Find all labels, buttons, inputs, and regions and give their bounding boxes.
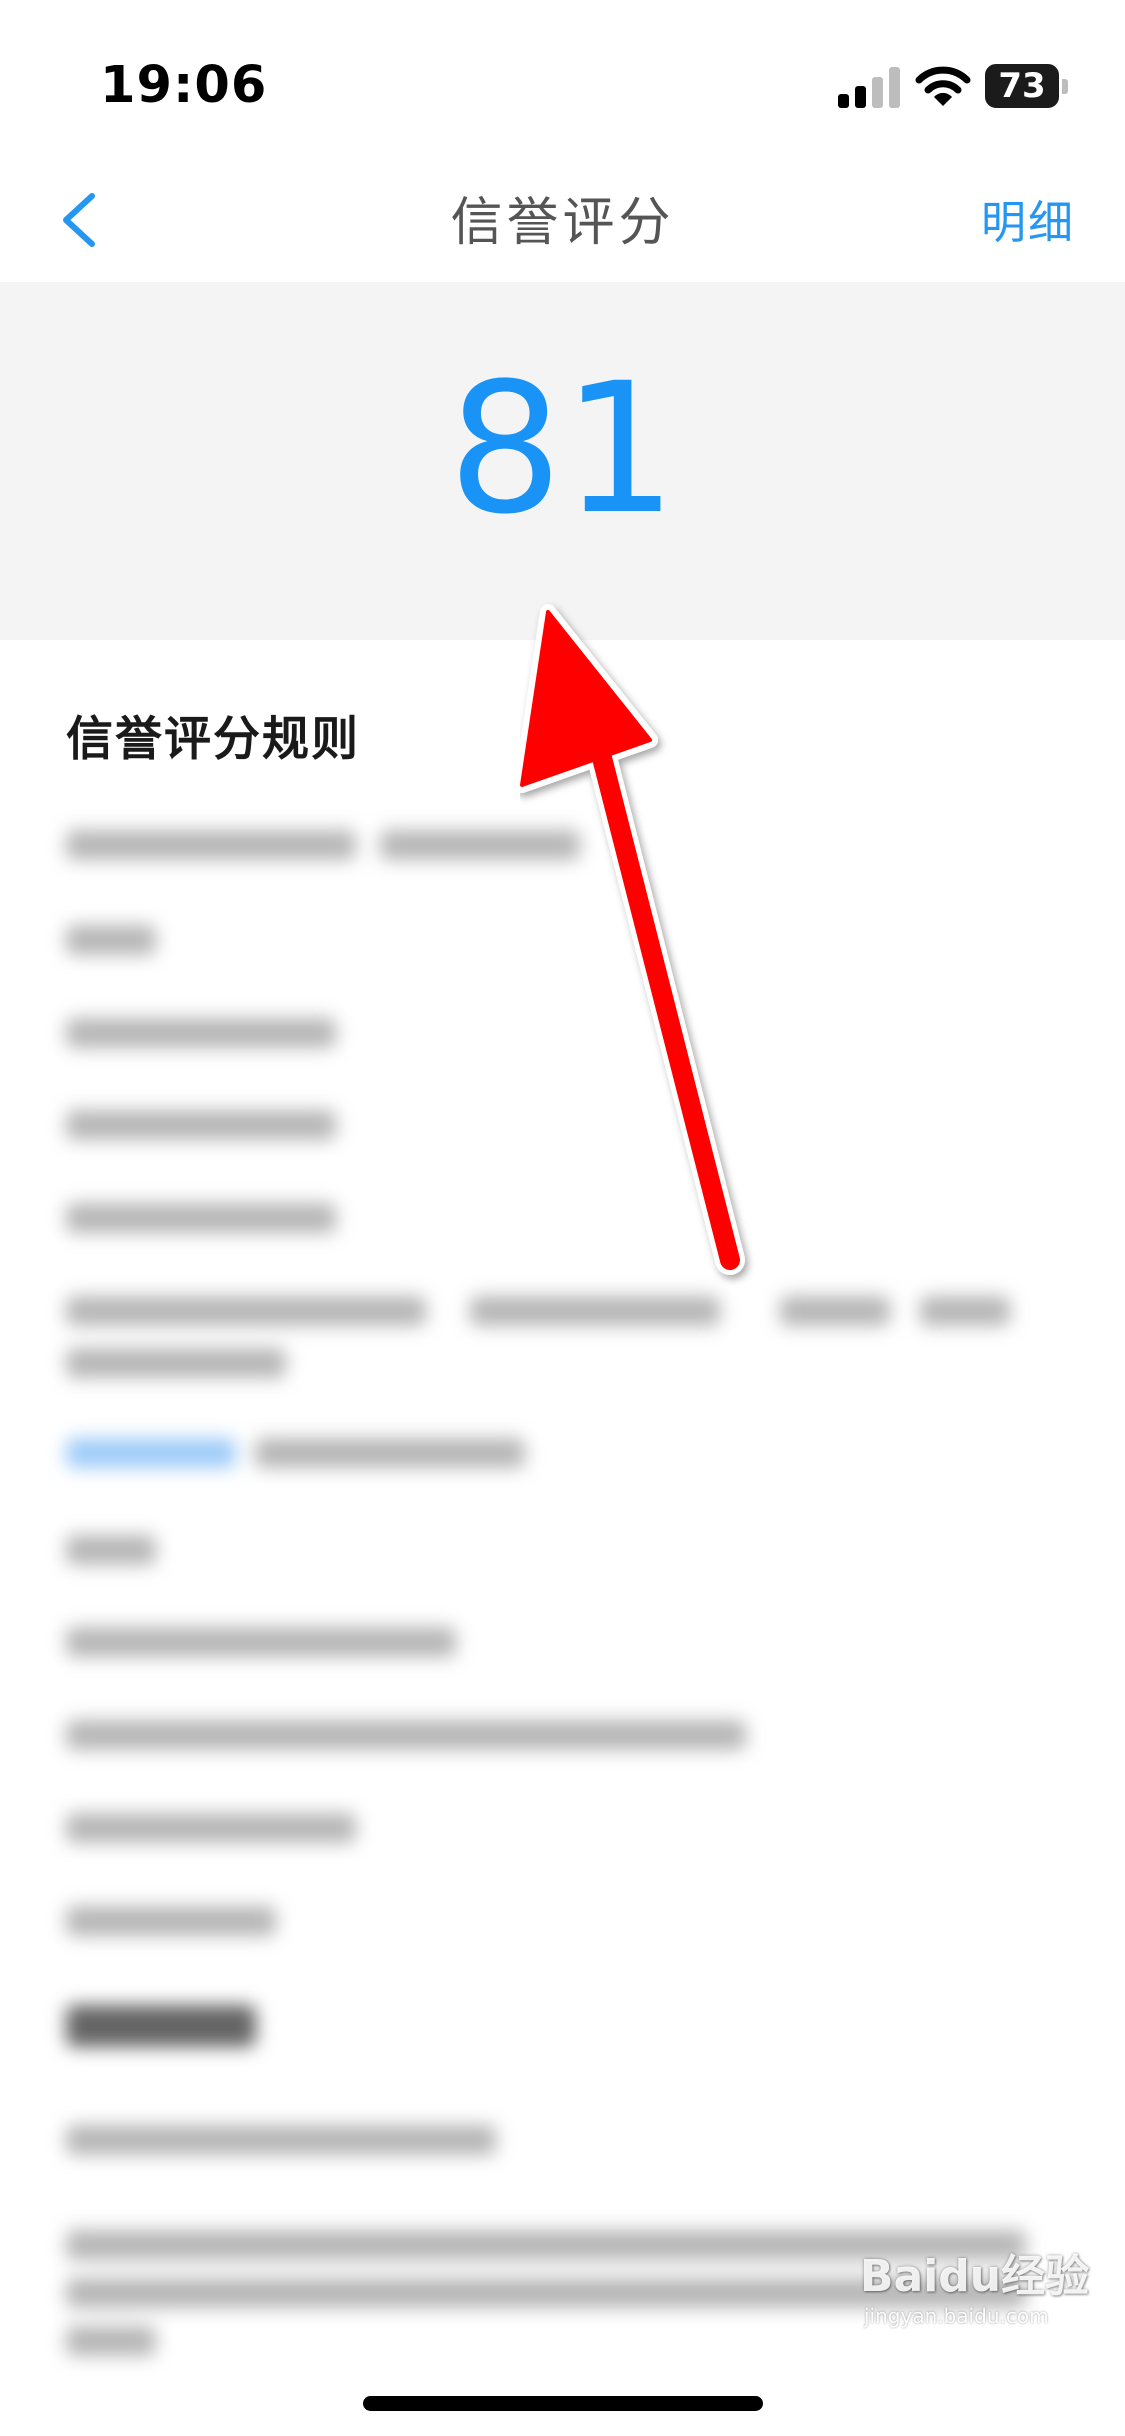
baidu-watermark: Baidu经验 jingyan.baidu.com: [860, 2240, 1100, 2350]
blurred-line: [920, 1296, 1010, 1326]
blurred-line: [66, 1296, 426, 1326]
watermark-url: jingyan.baidu.com: [864, 2304, 1049, 2328]
blurred-line: [66, 925, 156, 955]
blurred-line: [66, 1906, 276, 1936]
blurred-link: [66, 1438, 236, 1468]
status-bar: 19:06 73: [0, 0, 1125, 150]
battery-level: 73: [998, 66, 1046, 106]
detail-button[interactable]: 明细: [981, 186, 1075, 251]
blurred-line: [780, 1296, 890, 1326]
blurred-heading: [66, 2005, 256, 2047]
blurred-line: [66, 1110, 336, 1140]
blurred-line: [66, 1720, 746, 1750]
score-panel: 81: [0, 282, 1125, 640]
blurred-line: [66, 1627, 456, 1657]
score-value: 81: [447, 345, 678, 554]
rules-title: 信誉评分规则: [66, 712, 360, 767]
blurred-line: [66, 1348, 286, 1378]
annotation-arrow: [520, 604, 745, 1275]
blurred-line: [66, 2326, 156, 2356]
blurred-line: [66, 1535, 156, 1565]
home-indicator[interactable]: [363, 2396, 763, 2411]
battery-cap: [1062, 79, 1068, 94]
status-time: 19:06: [100, 56, 268, 115]
watermark-logo: Baidu经验: [860, 2251, 1090, 2302]
blurred-line: [470, 1296, 720, 1326]
battery-icon: 73: [985, 64, 1070, 110]
nav-bar: 信誉评分 明细: [0, 150, 1125, 282]
blurred-line: [66, 1813, 356, 1843]
blurred-line: [66, 1203, 336, 1233]
page-title: 信誉评分: [450, 193, 675, 253]
signal-icon: [838, 67, 900, 108]
wifi-icon: [915, 66, 971, 106]
blurred-line: [66, 1018, 336, 1048]
blurred-line: [66, 2125, 496, 2155]
blurred-line: [255, 1438, 525, 1468]
blurred-line: [66, 830, 356, 860]
